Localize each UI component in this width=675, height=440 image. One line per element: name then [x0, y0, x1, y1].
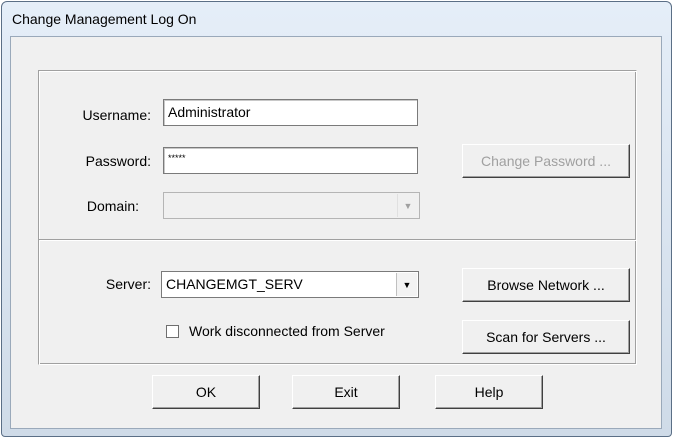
browse-network-button[interactable]: Browse Network ... [462, 268, 630, 302]
group-separator [39, 239, 636, 241]
title-bar[interactable]: Change Management Log On [2, 2, 671, 36]
server-value: CHANGEMGT_SERV [166, 276, 303, 292]
scan-servers-button[interactable]: Scan for Servers ... [462, 320, 630, 354]
domain-label: Domain: [86, 198, 139, 214]
chevron-down-icon[interactable]: ▼ [396, 273, 417, 296]
change-password-button[interactable]: Change Password ... [462, 144, 630, 178]
work-disconnected-label[interactable]: Work disconnected from Server [189, 323, 385, 339]
server-label: Server: [105, 276, 151, 292]
help-button[interactable]: Help [435, 375, 543, 409]
password-label: Password: [85, 153, 151, 169]
username-label: Username: [82, 107, 151, 123]
chevron-down-icon[interactable]: ▼ [397, 194, 418, 217]
exit-button[interactable]: Exit [292, 375, 400, 409]
server-dropdown[interactable]: CHANGEMGT_SERV ▼ [161, 271, 419, 298]
domain-dropdown[interactable]: ▼ [163, 192, 420, 219]
work-disconnected-checkbox[interactable] [166, 325, 179, 338]
window-title: Change Management Log On [12, 11, 197, 27]
logon-dialog: Change Management Log On Username: Admin… [1, 1, 672, 437]
ok-button[interactable]: OK [152, 375, 260, 409]
dialog-client-area: Username: Administrator Password: ***** … [10, 36, 662, 429]
username-input[interactable]: Administrator [163, 99, 418, 126]
password-input[interactable]: ***** [163, 147, 418, 174]
